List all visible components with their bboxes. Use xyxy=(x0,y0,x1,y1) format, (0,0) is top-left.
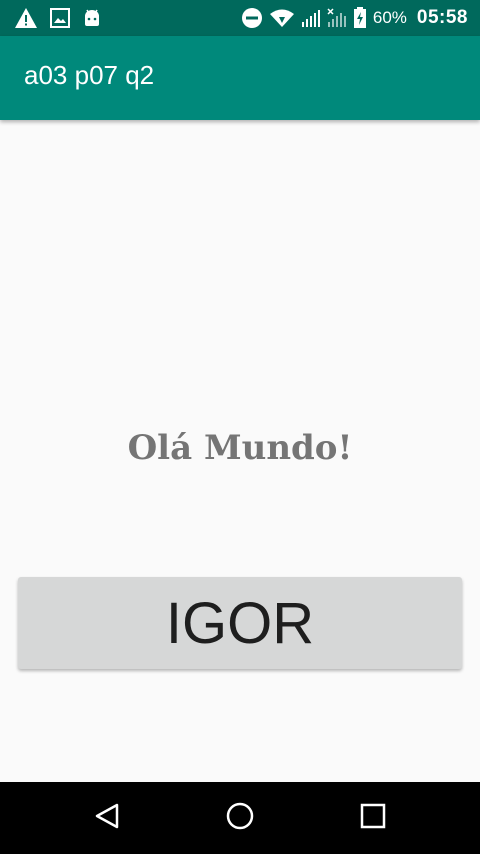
home-button[interactable] xyxy=(222,800,258,836)
battery-percent: 60% xyxy=(372,8,407,27)
status-bar-system: 60% 05:58 xyxy=(241,6,468,30)
recents-button[interactable] xyxy=(355,800,391,836)
navigation-bar xyxy=(0,782,480,854)
app-bar: a03 p07 q2 xyxy=(0,36,480,120)
status-bar-notifications xyxy=(14,6,102,30)
warning-icon xyxy=(14,7,38,29)
image-icon xyxy=(50,8,70,28)
main-content: Olá Mundo! IGOR xyxy=(0,120,480,782)
android-icon xyxy=(82,8,102,28)
signal-icon xyxy=(301,8,321,28)
battery-charging-icon xyxy=(353,7,367,29)
status-bar-clock: 05:58 xyxy=(416,7,468,28)
back-button[interactable] xyxy=(89,800,125,836)
back-icon xyxy=(94,802,120,835)
recents-icon xyxy=(360,803,386,834)
greeting-text: Olá Mundo! xyxy=(127,428,353,468)
home-icon xyxy=(226,802,254,835)
do-not-disturb-icon xyxy=(241,7,263,29)
wifi-icon xyxy=(269,8,295,28)
status-bar: 60% 05:58 xyxy=(0,0,480,36)
no-signal-icon xyxy=(327,8,347,28)
igor-button[interactable]: IGOR xyxy=(18,577,462,669)
app-title: a03 p07 q2 xyxy=(24,60,155,90)
